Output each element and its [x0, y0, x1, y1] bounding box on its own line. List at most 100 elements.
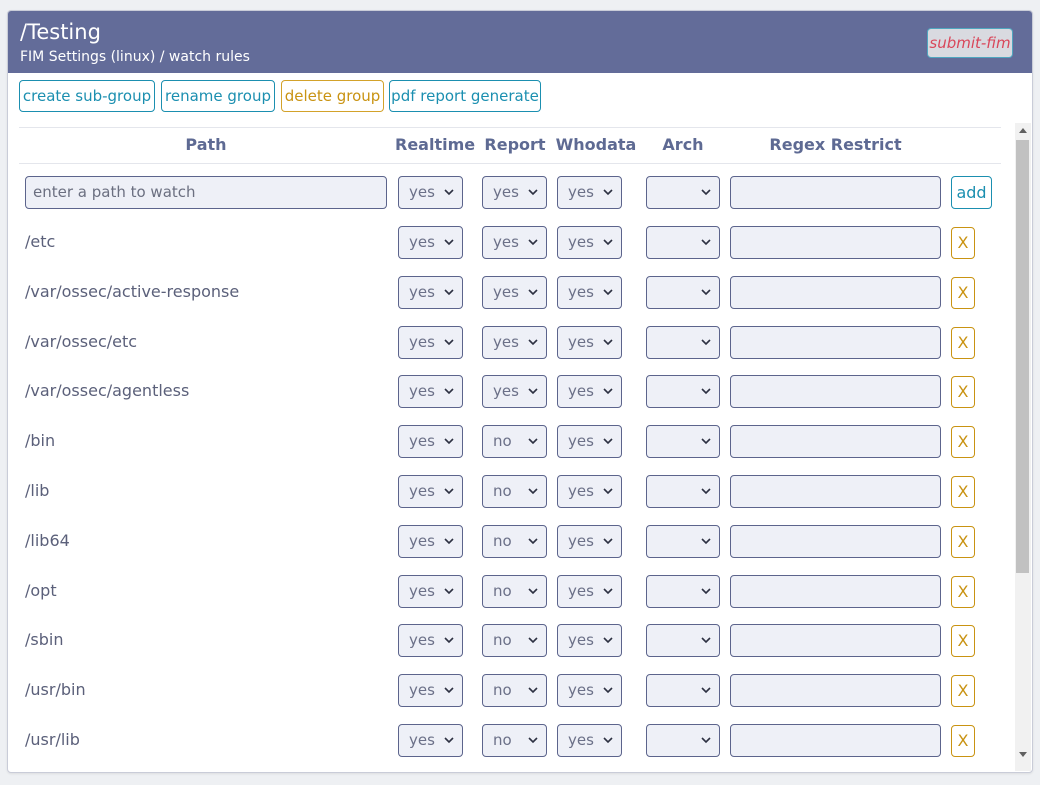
whodata-select[interactable]: yes	[557, 375, 622, 409]
realtime-select[interactable]: yes	[398, 275, 463, 309]
whodata-select[interactable]: yes	[557, 475, 622, 508]
select-value: yes	[409, 581, 435, 600]
report-select[interactable]: yes	[482, 275, 547, 309]
new-whodata-select[interactable]: yes	[557, 176, 622, 209]
chevron-down-icon	[701, 737, 711, 744]
whodata-select[interactable]: yes	[557, 325, 622, 359]
regex-restrict-input[interactable]	[730, 226, 941, 259]
chevron-down-icon	[603, 388, 613, 395]
create-sub-group-button[interactable]: create sub-group	[19, 80, 155, 112]
report-select[interactable]: no	[482, 425, 547, 459]
report-select[interactable]: no	[482, 475, 547, 508]
delete-rule-button[interactable]: X	[951, 476, 975, 508]
report-select[interactable]: yes	[482, 375, 547, 409]
submit-fim-button[interactable]: submit-fim	[927, 28, 1013, 58]
column-header-realtime: Realtime	[395, 135, 476, 154]
report-select[interactable]: yes	[482, 226, 547, 259]
rule-path: /etc	[25, 232, 56, 251]
add-rule-button[interactable]: add	[951, 176, 992, 209]
chevron-down-icon	[444, 588, 454, 594]
realtime-select[interactable]: yes	[398, 674, 463, 708]
chevron-down-icon	[603, 289, 613, 295]
new-report-select[interactable]: yes	[482, 176, 547, 209]
pdf-report-generate-button[interactable]: pdf report generate	[389, 80, 541, 112]
report-select[interactable]: no	[482, 524, 547, 558]
report-select[interactable]: no	[482, 624, 547, 658]
arrow-down-icon[interactable]	[1019, 752, 1027, 757]
realtime-select[interactable]: yes	[398, 425, 463, 459]
delete-group-button[interactable]: delete group	[281, 80, 384, 112]
arrow-up-icon[interactable]	[1019, 128, 1027, 133]
whodata-select[interactable]: yes	[557, 226, 622, 259]
realtime-select[interactable]: yes	[398, 724, 463, 757]
realtime-select[interactable]: yes	[398, 375, 463, 409]
select-value: yes	[568, 432, 594, 451]
whodata-select[interactable]: yes	[557, 624, 622, 658]
delete-rule-button[interactable]: X	[951, 675, 975, 708]
regex-restrict-input[interactable]	[730, 475, 941, 508]
delete-rule-button[interactable]: X	[951, 625, 975, 658]
regex-restrict-input[interactable]	[730, 325, 941, 359]
new-regex-restrict-input[interactable]	[730, 176, 941, 209]
realtime-select[interactable]: yes	[398, 574, 463, 608]
delete-rule-button[interactable]: X	[951, 326, 975, 359]
whodata-select[interactable]: yes	[557, 674, 622, 708]
arch-select[interactable]	[646, 275, 720, 309]
new-arch-select[interactable]	[646, 176, 720, 209]
realtime-select[interactable]: yes	[398, 624, 463, 658]
report-select[interactable]: no	[482, 574, 547, 608]
delete-rule-button[interactable]: X	[951, 276, 975, 309]
regex-restrict-input[interactable]	[730, 624, 941, 658]
report-select[interactable]: yes	[482, 325, 547, 359]
delete-rule-button[interactable]: X	[951, 575, 975, 608]
select-value: yes	[568, 183, 594, 201]
delete-rule-button[interactable]: X	[951, 376, 975, 409]
report-select[interactable]: no	[482, 724, 547, 757]
delete-rule-button[interactable]: X	[951, 426, 975, 459]
chevron-down-icon	[528, 339, 538, 345]
arch-select[interactable]	[646, 226, 720, 259]
arch-select[interactable]	[646, 425, 720, 459]
table-row: /lib yes no yes X	[8, 471, 1014, 511]
whodata-select[interactable]: yes	[557, 524, 622, 558]
whodata-select[interactable]: yes	[557, 425, 622, 459]
chevron-down-icon	[603, 637, 613, 644]
whodata-select[interactable]: yes	[557, 574, 622, 608]
whodata-select[interactable]: yes	[557, 724, 622, 757]
delete-rule-button[interactable]: X	[951, 227, 975, 259]
realtime-select[interactable]: yes	[398, 475, 463, 508]
new-path-input[interactable]: enter a path to watch	[25, 176, 387, 209]
new-realtime-select[interactable]: yes	[398, 176, 463, 209]
regex-restrict-input[interactable]	[730, 425, 941, 459]
arch-select[interactable]	[646, 524, 720, 558]
table-scrollbar[interactable]	[1015, 123, 1031, 771]
delete-rule-button[interactable]: X	[951, 725, 975, 757]
rename-group-button[interactable]: rename group	[161, 80, 275, 112]
regex-restrict-input[interactable]	[730, 674, 941, 708]
arch-select[interactable]	[646, 724, 720, 757]
regex-restrict-input[interactable]	[730, 375, 941, 409]
realtime-select[interactable]: yes	[398, 325, 463, 359]
select-value: no	[493, 531, 512, 550]
scrollbar-thumb[interactable]	[1016, 140, 1029, 573]
regex-restrict-input[interactable]	[730, 275, 941, 309]
regex-restrict-input[interactable]	[730, 524, 941, 558]
arch-select[interactable]	[646, 475, 720, 508]
whodata-select[interactable]: yes	[557, 275, 622, 309]
chevron-down-icon	[444, 488, 454, 495]
arch-select[interactable]	[646, 574, 720, 608]
regex-restrict-input[interactable]	[730, 574, 941, 608]
realtime-select[interactable]: yes	[398, 226, 463, 259]
delete-rule-button[interactable]: X	[951, 525, 975, 558]
select-value: yes	[409, 432, 435, 451]
arch-select[interactable]	[646, 674, 720, 708]
arch-select[interactable]	[646, 325, 720, 359]
chevron-down-icon	[444, 239, 454, 246]
report-select[interactable]: no	[482, 674, 547, 708]
realtime-select[interactable]: yes	[398, 524, 463, 558]
regex-restrict-input[interactable]	[730, 724, 941, 757]
new-rule-row: enter a path to watch yes yes yes add	[8, 172, 1014, 212]
arch-select[interactable]	[646, 624, 720, 658]
select-value: yes	[493, 332, 519, 351]
arch-select[interactable]	[646, 375, 720, 409]
